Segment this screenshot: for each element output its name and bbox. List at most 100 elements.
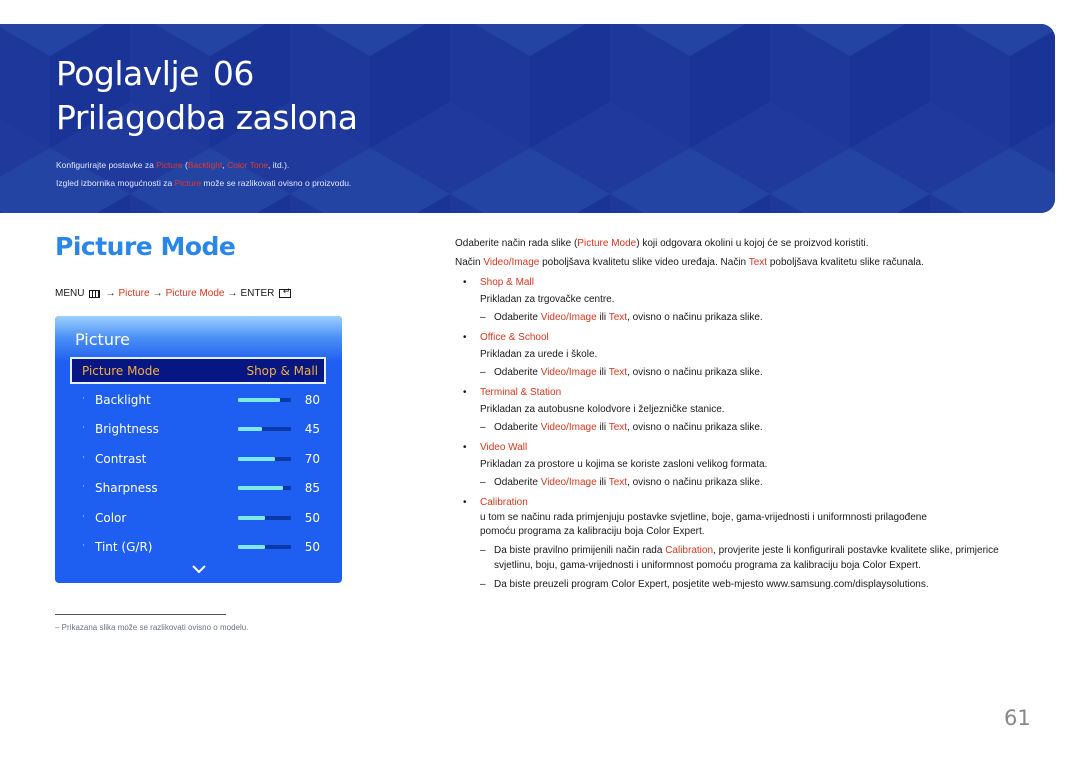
setting-value: 80 bbox=[304, 393, 320, 407]
mode-note: Odaberite Video/Image ili Text, ovisno o… bbox=[480, 365, 1035, 380]
mode-name[interactable]: Video Wall bbox=[463, 439, 1035, 456]
mode-item: Terminal & Station Prikladan za autobusne… bbox=[455, 384, 1035, 435]
text: ) koji odgovara okolini u kojoj će se pr… bbox=[636, 238, 869, 249]
calibration-note-1: Da biste pravilno primijenili način rada… bbox=[480, 544, 1035, 573]
text: ili bbox=[596, 422, 609, 433]
osd-setting-row[interactable]: · Brightness 45 bbox=[55, 417, 342, 441]
mode-description: Prikladan za autobusne kolodvore i želje… bbox=[480, 404, 725, 415]
text-mode-link[interactable]: Text bbox=[609, 312, 627, 323]
text: , ovisno o načinu prikaza slike. bbox=[627, 367, 763, 378]
text-mode-link[interactable]: Text bbox=[609, 477, 627, 488]
video-image-link[interactable]: Video/Image bbox=[541, 367, 597, 378]
setting-slider[interactable] bbox=[238, 486, 291, 490]
chapter-title: Poglavlje 06 Prilagodba zaslona bbox=[56, 52, 358, 140]
mode-description: Prikladan za prostore u kojima se korist… bbox=[480, 459, 768, 470]
color-tone-link[interactable]: Color Tone bbox=[227, 160, 268, 170]
setting-label: Sharpness bbox=[95, 481, 158, 495]
setting-slider[interactable] bbox=[238, 457, 291, 461]
text: Odaberite bbox=[494, 312, 541, 323]
text: može se razlikovati ovisno o proizvodu. bbox=[201, 178, 352, 188]
osd-selected-label: Picture Mode bbox=[82, 363, 160, 378]
mode-name[interactable]: Terminal & Station bbox=[463, 384, 1035, 401]
mode-item-calibration: Calibration u tom se načinu rada primjen… bbox=[455, 494, 1035, 592]
chapter-label: Poglavlje bbox=[56, 54, 199, 93]
osd-selected-value: Shop & Mall bbox=[246, 363, 318, 378]
text: Odaberite bbox=[494, 422, 541, 433]
setting-slider[interactable] bbox=[238, 398, 291, 402]
path-picture[interactable]: Picture bbox=[118, 288, 149, 299]
osd-setting-row[interactable]: · Color 50 bbox=[55, 506, 342, 530]
setting-slider[interactable] bbox=[238, 545, 291, 549]
menu-path: MENU → Picture → Picture Mode → ENTER bbox=[55, 286, 292, 299]
osd-setting-row[interactable]: · Backlight 80 bbox=[55, 388, 342, 412]
text: , ovisno o načinu prikaza slike. bbox=[627, 312, 763, 323]
calibration-link[interactable]: Calibration bbox=[665, 545, 713, 556]
page-number: 61 bbox=[1004, 706, 1031, 730]
chevron-down-icon[interactable] bbox=[192, 564, 206, 574]
text: u tom se načinu rada primjenjuju postavk… bbox=[480, 512, 927, 523]
setting-value: 50 bbox=[304, 540, 320, 554]
mode-note: Odaberite Video/Image ili Text, ovisno o… bbox=[480, 475, 1035, 490]
mode-name[interactable]: Shop & Mall bbox=[463, 274, 1035, 291]
slider-fill bbox=[238, 486, 284, 490]
calibration-note-2: Da biste preuzeli program Color Expert, … bbox=[480, 577, 1035, 592]
mode-item: Video Wall Prikladan za prostore u kojima… bbox=[455, 439, 1035, 490]
video-image-link[interactable]: Video/Image bbox=[541, 312, 597, 323]
chapter-desc-line-1: Konfigurirajte postavke za Picture (Back… bbox=[56, 156, 351, 174]
setting-label: Color bbox=[95, 511, 127, 525]
setting-value: 45 bbox=[304, 422, 320, 436]
text: Odaberite bbox=[494, 367, 541, 378]
setting-slider[interactable] bbox=[238, 427, 291, 431]
video-image-link[interactable]: Video/Image bbox=[541, 477, 597, 488]
text: Konfigurirajte postavke za bbox=[56, 160, 157, 170]
setting-label: Backlight bbox=[95, 393, 151, 407]
setting-label: Contrast bbox=[95, 452, 147, 466]
arrow-icon: → bbox=[152, 288, 163, 299]
picture-link[interactable]: Picture bbox=[175, 178, 201, 188]
footnote-divider bbox=[55, 614, 226, 615]
arrow-icon: → bbox=[227, 288, 238, 299]
mode-description: u tom se načinu rada primjenjuju postavk… bbox=[480, 511, 1035, 539]
enter-icon bbox=[279, 286, 292, 298]
mode-item: Office & School Prikladan za urede i škol… bbox=[455, 329, 1035, 380]
path-picture-mode[interactable]: Picture Mode bbox=[166, 288, 225, 299]
text: ili bbox=[596, 477, 609, 488]
text-mode-link[interactable]: Text bbox=[609, 422, 627, 433]
footnote: – Prikazana slika može se razlikovati ov… bbox=[55, 623, 249, 632]
bullet-dot: · bbox=[82, 482, 85, 492]
slider-fill bbox=[238, 457, 276, 461]
osd-picture-mode-row[interactable]: Picture Mode Shop & Mall bbox=[70, 357, 326, 384]
mode-list: Shop & Mall Prikladan za trgovačke centre… bbox=[455, 274, 1035, 490]
text: Izgled izbornika mogućnosti za bbox=[56, 178, 175, 188]
intro-paragraph-2: Način Video/Image poboljšava kvalitetu s… bbox=[455, 253, 1035, 272]
setting-value: 50 bbox=[304, 511, 320, 525]
osd-setting-row[interactable]: · Contrast 70 bbox=[55, 447, 342, 471]
osd-setting-row[interactable]: · Sharpness 85 bbox=[55, 476, 342, 500]
picture-link[interactable]: Picture bbox=[156, 160, 182, 170]
video-image-link[interactable]: Video/Image bbox=[483, 257, 539, 268]
text: ili bbox=[596, 367, 609, 378]
mode-description: Prikladan za urede i škole. bbox=[480, 349, 598, 360]
osd-setting-row[interactable]: · Tint (G/R) 50 bbox=[55, 535, 342, 559]
text: poboljšava kvalitetu slike video uređaja… bbox=[539, 257, 749, 268]
bullet-dot: · bbox=[82, 453, 85, 463]
setting-slider[interactable] bbox=[238, 516, 291, 520]
slider-fill bbox=[238, 545, 265, 549]
setting-label: Brightness bbox=[95, 422, 159, 436]
video-image-link[interactable]: Video/Image bbox=[541, 422, 597, 433]
picture-mode-link[interactable]: Picture Mode bbox=[577, 238, 636, 249]
text: pomoću programa za kalibraciju boja Colo… bbox=[480, 526, 705, 537]
text: , ovisno o načinu prikaza slike. bbox=[627, 477, 763, 488]
mode-description: Prikladan za trgovačke centre. bbox=[480, 294, 615, 305]
slider-fill bbox=[238, 398, 281, 402]
bullet-dot: · bbox=[82, 423, 85, 433]
section-title: Picture Mode bbox=[55, 232, 236, 261]
mode-name[interactable]: Calibration bbox=[463, 494, 1035, 511]
picture-menu-screenshot: Picture Picture Mode Shop & Mall · Backli… bbox=[55, 316, 342, 583]
text-mode-link[interactable]: Text bbox=[609, 367, 627, 378]
bullet-dot: · bbox=[82, 512, 85, 522]
text: , ovisno o načinu prikaza slike. bbox=[627, 422, 763, 433]
backlight-link[interactable]: Backlight bbox=[188, 160, 223, 170]
text-mode-link[interactable]: Text bbox=[749, 257, 767, 268]
mode-name[interactable]: Office & School bbox=[463, 329, 1035, 346]
